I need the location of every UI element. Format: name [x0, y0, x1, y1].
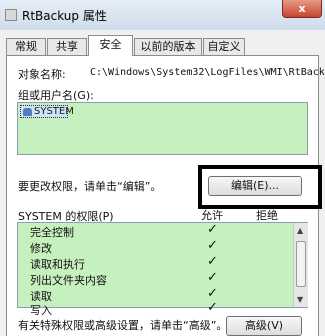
- permission-name: 修改: [30, 242, 52, 255]
- check-icon: ✓: [207, 254, 218, 269]
- check-icon: ✓: [207, 222, 218, 237]
- user-group-icon: [23, 108, 32, 116]
- scroll-down-icon[interactable]: ▼: [297, 295, 303, 304]
- check-icon: ✓: [207, 270, 218, 285]
- user-name: SYSTEM: [34, 106, 74, 117]
- allow-header: 允许: [201, 209, 223, 222]
- check-icon: ✓: [207, 300, 218, 315]
- change-hint: 要更改权限，请单击“编辑”。: [18, 180, 162, 193]
- window-title: RtBackup 属性: [22, 9, 107, 23]
- advanced-hint: 有关特殊权限或高级设置，请单击“高级”。: [18, 319, 228, 332]
- groups-label: 组或用户名(G):: [18, 89, 94, 102]
- deny-header: 拒绝: [256, 209, 278, 222]
- scroll-up-icon[interactable]: ▲: [297, 226, 303, 235]
- tab-general[interactable]: 常规: [6, 38, 46, 55]
- scroll-thumb[interactable]: [296, 241, 306, 287]
- permission-name: 列出文件夹内容: [30, 274, 107, 287]
- tab-customize[interactable]: 自定义: [203, 38, 245, 55]
- object-name-label: 对象名称:: [18, 68, 66, 81]
- advanced-button[interactable]: 高级(V): [226, 316, 302, 336]
- title-bar[interactable]: RtBackup 属性 x: [0, 0, 325, 30]
- check-icon: ✓: [207, 286, 218, 301]
- object-name-value: C:\Windows\System32\LogFiles\WMI\RtBacku: [90, 67, 325, 78]
- permission-name: 读取和执行: [30, 258, 85, 271]
- close-button[interactable]: x: [282, 0, 322, 18]
- tab-previous-versions[interactable]: 以前的版本: [134, 38, 202, 55]
- users-listbox[interactable]: SYSTEM: [17, 102, 308, 155]
- folder-icon: [5, 9, 17, 21]
- permission-name: 写入: [30, 304, 52, 317]
- tab-sharing[interactable]: 共享: [47, 38, 87, 55]
- highlight-frame: [198, 165, 322, 209]
- permissions-scrollbar[interactable]: ▲ ▼: [293, 223, 308, 307]
- list-item[interactable]: SYSTEM: [20, 105, 74, 118]
- tab-security[interactable]: 安全: [88, 35, 133, 56]
- check-icon: ✓: [207, 238, 218, 253]
- permission-name: 完全控制: [30, 226, 74, 239]
